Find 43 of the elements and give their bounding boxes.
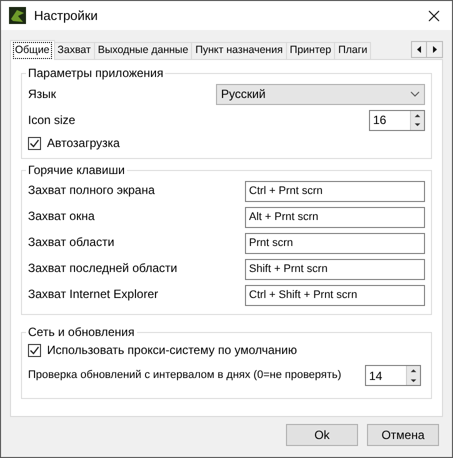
left-arrow-icon	[417, 46, 421, 53]
app-logo-icon	[9, 7, 26, 24]
hotkey-label: Захват полного экрана	[28, 182, 155, 199]
hotkey-field[interactable]: Ctrl + Prnt scrn	[245, 181, 425, 202]
hotkey-field[interactable]: Shift + Prnt scrn	[245, 259, 425, 280]
spin-buttons[interactable]	[406, 366, 420, 385]
update-interval-label: Проверка обновлений с интервалом в днях (0=не проверять)	[28, 368, 342, 384]
spin-buttons[interactable]	[410, 110, 424, 130]
tab[interactable]: Плаги	[335, 42, 372, 60]
language-dropdown[interactable]: Русский	[216, 84, 425, 104]
hotkey-label: Захват Internet Explorer	[28, 286, 158, 303]
dialog-button[interactable]: Ok	[286, 424, 358, 446]
tab[interactable]: Захват	[54, 42, 95, 60]
checkmark-icon	[29, 344, 40, 356]
chevron-down-icon	[410, 91, 420, 97]
tab-scroll-left-button[interactable]	[411, 41, 427, 58]
language-label: Язык	[28, 86, 56, 103]
hotkey-field[interactable]: Alt + Prnt scrn	[245, 207, 425, 228]
hotkey-label: Захват окна	[28, 208, 95, 225]
tab[interactable]: Принтер	[286, 42, 336, 60]
tab-scroll-right-button[interactable]	[427, 41, 443, 58]
checkbox-label: Автозагрузка	[47, 135, 120, 152]
group-title: Параметры приложения	[27, 65, 164, 82]
group-title: Сеть и обновления	[27, 324, 136, 341]
checkbox[interactable]	[28, 344, 41, 356]
checkmark-icon	[29, 138, 40, 148]
hotkey-field[interactable]: Ctrl + Shift + Prnt scrn	[245, 285, 425, 306]
tab[interactable]: Пункт назначения	[192, 42, 287, 60]
tab[interactable]: Общие	[10, 40, 55, 60]
number-field[interactable]: 16	[369, 110, 425, 130]
tab[interactable]: Выходные данные	[94, 42, 192, 60]
right-arrow-icon	[432, 46, 436, 53]
icon-size-label: Icon size	[28, 112, 76, 129]
dialog-button[interactable]: Отмена	[367, 424, 439, 446]
group-title: Горячие клавиши	[27, 162, 126, 179]
hotkey-label: Захват области	[28, 234, 114, 251]
hotkey-field[interactable]: Prnt scrn	[245, 233, 425, 254]
checkbox-label: Использовать прокси-систему по умолчанию	[47, 342, 297, 359]
checkbox[interactable]	[28, 136, 41, 150]
window-title: Настройки	[34, 6, 98, 25]
close-icon[interactable]	[428, 10, 440, 22]
hotkey-label: Захват последней области	[28, 260, 178, 277]
number-field[interactable]: 14	[365, 365, 421, 386]
